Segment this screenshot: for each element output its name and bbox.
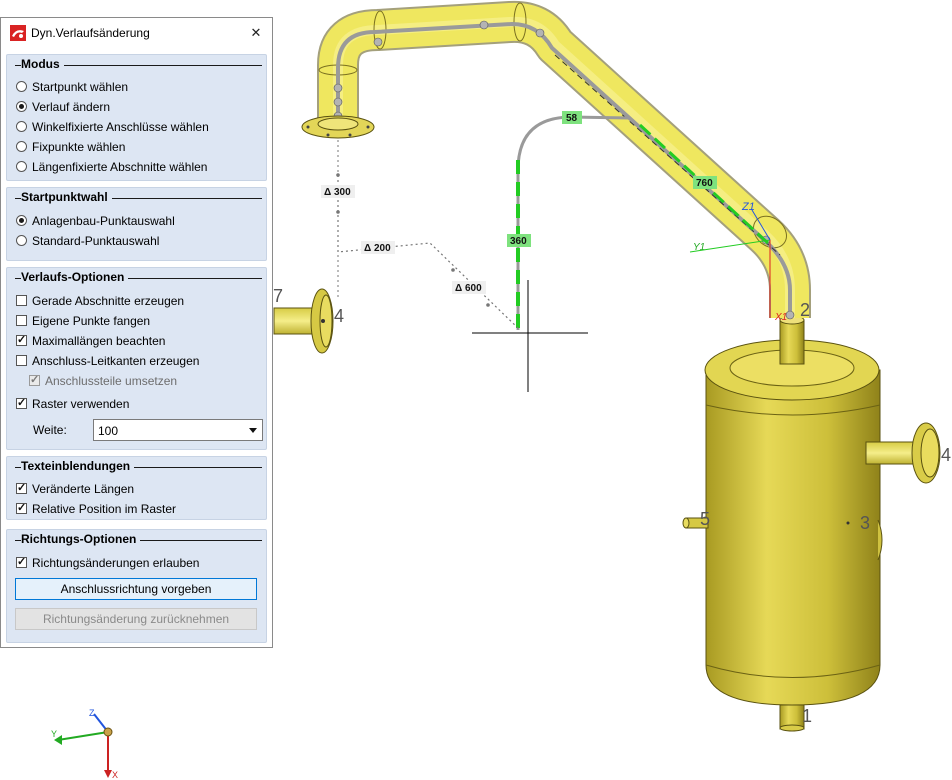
checkbox-label: Relative Position im Raster [32,502,177,516]
checkbox-label: Anschlussteile umsetzen [45,374,178,388]
radio-indicator[interactable] [16,101,27,112]
radio-label: Fixpunkte wählen [32,140,126,154]
route-preview [336,115,772,331]
dyn-verlaufsaenderung-dialog: Dyn.Verlaufsänderung ✕ Modus Startpunkt … [0,17,273,648]
dialog-title: Dyn.Verlaufsänderung [31,26,150,40]
pipe-run[interactable] [301,0,811,320]
group-startpunktwahl-title: Startpunktwahl [21,190,112,204]
len-360: 360 [510,236,527,247]
nozzle-4-right: 4 [941,445,951,465]
chevron-down-icon[interactable] [249,428,257,433]
checkbox[interactable] [16,501,27,514]
checkbox[interactable] [16,355,27,366]
checkbox[interactable] [16,295,27,306]
group-richtungs-optionen: Richtungs-Optionen Richtungsänderungen e… [6,529,267,643]
group-texteinblendungen-title: Texteinblendungen [21,459,135,473]
radio-label: Längenfixierte Abschnitte wählen [32,160,208,174]
radio-indicator[interactable] [16,215,27,226]
close-button[interactable]: ✕ [244,21,268,45]
radio-indicator[interactable] [16,235,27,246]
group-richtungs-optionen-title: Richtungs-Optionen [21,532,141,546]
checkbox-label: Raster verwenden [32,397,130,411]
checkbox-label: Veränderte Längen [32,482,135,496]
radio-label: Standard-Punktauswahl [32,234,160,248]
len-760: 760 [696,178,713,189]
crosshair-cursor [472,280,588,392]
dim-d600: Δ 600 [455,283,482,294]
checkbox-label: Richtungsänderungen erlauben [32,556,200,570]
radio-label: Verlauf ändern [32,100,111,114]
radio-indicator[interactable] [16,161,27,172]
group-texteinblendungen: Texteinblendungen Veränderte Längen Rela… [6,456,267,520]
weite-value: 100 [98,424,119,438]
checkbox-label: Anschluss-Leitkanten erzeugen [32,354,200,368]
nozzle-1: 1 [802,706,812,726]
len-58: 58 [566,113,578,124]
radio-indicator[interactable] [16,141,27,152]
radio-label: Startpunkt wählen [32,80,129,94]
checkbox [29,373,40,386]
radio-label: Anlagenbau-Punktauswahl [32,214,175,228]
vessel[interactable] [682,315,941,732]
dim-d300: Δ 300 [324,187,351,198]
radio-indicator[interactable] [16,81,27,92]
dim-d200: Δ 200 [364,243,391,254]
checkbox[interactable] [16,315,27,326]
axis-x1-label: X1 [774,312,787,323]
triad-x-label: X [112,770,118,780]
radio-indicator[interactable] [16,121,27,132]
checkbox[interactable] [16,555,27,568]
app-icon [10,25,26,41]
dialog-titlebar[interactable]: Dyn.Verlaufsänderung ✕ [1,18,272,48]
group-modus: Modus Startpunkt wählen Verlauf ändern W… [6,54,267,181]
nozzle-5: 5 [700,509,710,529]
checkbox-label: Gerade Abschnitte erzeugen [32,294,185,308]
nozzle-3: 3 [860,513,870,533]
anschlussrichtung-vorgeben-button[interactable]: Anschlussrichtung vorgeben [15,578,257,600]
richtungsaenderung-zuruecknehmen-button: Richtungsänderung zurücknehmen [15,608,257,630]
triad-z-label: Z [89,708,95,718]
triad-y-label: Y [51,729,57,739]
checkbox[interactable] [16,481,27,494]
axis-z1-label: Z1 [741,201,755,213]
checkbox[interactable] [16,396,27,409]
weite-select[interactable]: 100 [93,419,263,441]
group-verlaufs-optionen-title: Verlaufs-Optionen [21,270,129,284]
checkbox[interactable] [16,333,27,346]
group-modus-title: Modus [21,57,64,71]
nozzle-7: 7 [273,286,283,306]
nozzle-4-left: 4 [334,306,344,326]
checkbox-label: Maximallängen beachten [32,334,166,348]
axis-triad: Z Y X [51,708,118,780]
group-startpunktwahl: Startpunktwahl Anlagenbau-Punktauswahl S… [6,187,267,261]
group-verlaufs-optionen: Verlaufs-Optionen Gerade Abschnitte erze… [6,267,267,450]
checkbox-label: Eigene Punkte fangen [32,314,151,328]
nozzle-2: 2 [800,300,810,320]
radio-label: Winkelfixierte Anschlüsse wählen [32,120,209,134]
weite-label: Weite: [33,423,67,437]
axis-y1-label: Y1 [693,242,705,253]
